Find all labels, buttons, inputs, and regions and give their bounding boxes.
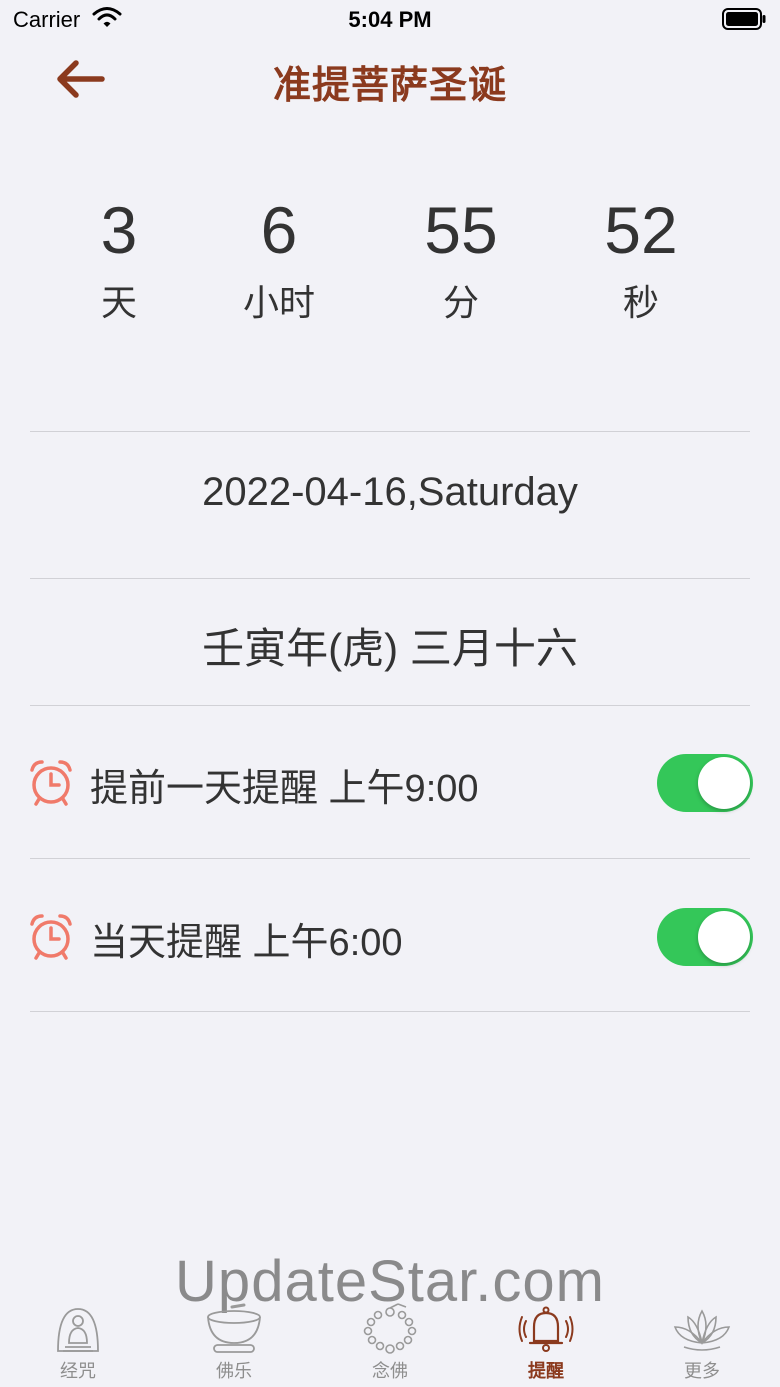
prayer-beads-icon (363, 1303, 417, 1354)
divider (30, 1011, 750, 1012)
divider (30, 705, 750, 706)
tab-sutras[interactable]: 经咒 (0, 1295, 156, 1387)
hours-value: 6 (260, 193, 298, 267)
seconds-value: 52 (604, 193, 678, 267)
navigation-bar: 准提菩萨圣诞 (0, 40, 780, 118)
alarm-clock-icon (28, 913, 74, 966)
hours-label: 小时 (242, 282, 315, 323)
reminder-toggle-day-before[interactable] (657, 754, 753, 812)
days-label: 天 (100, 282, 137, 323)
status-time: 5:04 PM (348, 7, 432, 32)
countdown: 3 天 6 小时 55 分 52 秒 (0, 190, 780, 350)
reminder-label: 当天提醒 上午6:00 (90, 922, 403, 964)
reminder-toggle-same-day[interactable] (657, 908, 753, 966)
days-value: 3 (100, 193, 138, 267)
status-bar: Carrier 5:04 PM (0, 0, 780, 40)
reminder-label: 提前一天提醒 上午9:00 (90, 768, 479, 810)
divider (30, 431, 750, 432)
buddha-icon (57, 1308, 99, 1352)
tab-label: 提醒 (528, 1361, 564, 1381)
reminder-row-day-before: 提前一天提醒 上午9:00 (0, 731, 780, 831)
divider (30, 858, 750, 859)
tab-label: 念佛 (372, 1361, 408, 1381)
tab-label: 佛乐 (216, 1361, 252, 1381)
minutes-value: 55 (424, 193, 498, 267)
reminder-row-same-day: 当天提醒 上午6:00 (0, 885, 780, 985)
bell-icon (518, 1306, 574, 1352)
countdown-hours: 6 小时 (199, 190, 359, 328)
countdown-minutes: 55 分 (381, 190, 541, 328)
page-title: 准提菩萨圣诞 (272, 65, 507, 107)
seconds-label: 秒 (622, 282, 659, 323)
tab-reminder[interactable]: 提醒 (468, 1295, 624, 1387)
toggle-knob (698, 757, 750, 809)
tab-bar: 经咒 佛乐 念佛 提醒 更多 (0, 1295, 780, 1387)
singing-bowl-icon (207, 1303, 261, 1353)
tab-label: 经咒 (60, 1361, 96, 1381)
tab-more[interactable]: 更多 (624, 1295, 780, 1387)
alarm-clock-icon (28, 759, 74, 812)
countdown-seconds: 52 秒 (561, 190, 721, 328)
lunar-date: 壬寅年(虎) 三月十六 (202, 625, 578, 672)
toggle-knob (698, 911, 750, 963)
tab-chanting[interactable]: 念佛 (312, 1295, 468, 1387)
tab-music[interactable]: 佛乐 (156, 1295, 312, 1387)
tab-label: 更多 (684, 1361, 720, 1381)
countdown-days: 3 天 (39, 190, 199, 328)
divider (30, 578, 750, 579)
gregorian-date: 2022-04-16,Saturday (202, 470, 578, 514)
lotus-icon (673, 1309, 731, 1351)
battery-icon (722, 8, 766, 35)
minutes-label: 分 (442, 282, 479, 323)
